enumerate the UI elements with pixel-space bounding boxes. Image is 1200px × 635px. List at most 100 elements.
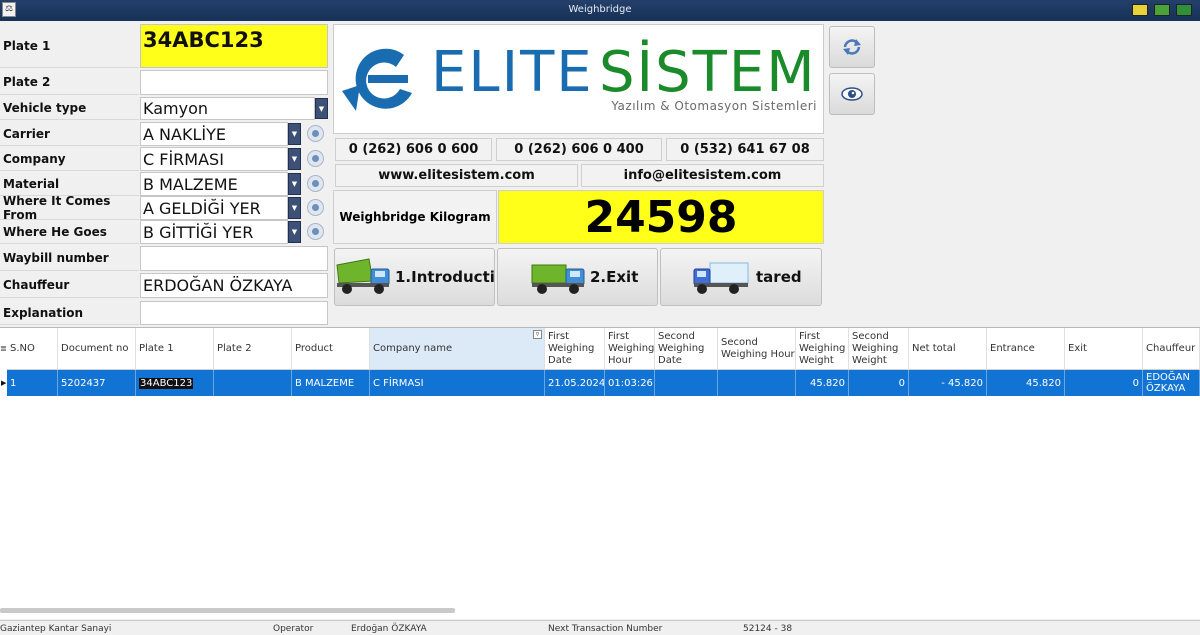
col-first-weighing-date[interactable]: First Weighing Date (545, 328, 605, 370)
plate1-input[interactable]: 34ABC123 (140, 24, 328, 68)
where-goes-dropdown-icon[interactable]: ▼ (288, 221, 301, 243)
cell-net-total[interactable]: - 45.820 (909, 370, 987, 396)
company-row: Company C FİRMASI ▼ (0, 147, 330, 171)
cell-second-weighing-hour[interactable] (718, 370, 796, 396)
close-button[interactable] (1176, 4, 1192, 16)
col-second-weighing-date[interactable]: Second Weighing Date (655, 328, 718, 370)
carrier-label: Carrier (0, 122, 139, 146)
logo-elite-text: ELITE (431, 40, 594, 105)
vehicle-type-dropdown-icon[interactable]: ▼ (315, 98, 328, 119)
maximize-button[interactable] (1154, 4, 1170, 16)
col-first-weighing-weight[interactable]: First Weighing Weight (796, 328, 849, 370)
where-goes-row: Where He Goes B GİTTİĞİ YER ▼ (0, 220, 330, 244)
filter-icon[interactable]: ▿ (533, 330, 542, 339)
where-goes-select[interactable]: B GİTTİĞİ YER (140, 220, 288, 244)
plate2-row: Plate 2 (0, 70, 330, 95)
status-bar: Gaziantep Kantar Sanayi Operator Erdoğan… (0, 620, 1200, 635)
explanation-input[interactable] (140, 301, 328, 325)
material-select[interactable]: B MALZEME (140, 172, 288, 196)
material-dropdown-icon[interactable]: ▼ (288, 173, 301, 195)
waybill-label: Waybill number (0, 246, 139, 271)
where-from-label: Where It Comes From (0, 194, 139, 222)
phone-3: 0 (532) 641 67 08 (666, 138, 824, 161)
tared-button-label: tared (756, 268, 802, 286)
chauffeur-row: Chauffeur ERDOĞAN ÖZKAYA (0, 273, 330, 298)
view-button[interactable] (829, 73, 875, 115)
col-first-weighing-hour[interactable]: First Weighing Hour (605, 328, 655, 370)
waybill-input[interactable] (140, 246, 328, 271)
cell-second-weighing-weight[interactable]: 0 (849, 370, 909, 396)
cell-first-weighing-date[interactable]: 21.05.2024 (545, 370, 605, 396)
company-add-icon[interactable] (307, 150, 324, 167)
status-operator-label: Operator (273, 624, 314, 634)
col-net-total[interactable]: Net total (909, 328, 987, 370)
title-bar: ⚖ Weighbridge (0, 0, 1200, 21)
col-product[interactable]: Product (292, 328, 370, 370)
introduction-button-label: 1.Introduction (395, 268, 495, 286)
carrier-dropdown-icon[interactable]: ▼ (288, 123, 301, 145)
exit-button[interactable]: 2.Exit (497, 248, 658, 306)
cell-product[interactable]: B MALZEME (292, 370, 370, 396)
tared-button[interactable]: tared (660, 248, 822, 306)
eye-icon (841, 87, 863, 101)
cell-plate1-value: 34ABC123 (139, 377, 194, 389)
exit-button-label: 2.Exit (590, 268, 639, 286)
introduction-button[interactable]: 1.Introduction (334, 248, 495, 306)
plate1-row: Plate 1 34ABC123 (0, 24, 330, 68)
col-sno[interactable]: S.NO (7, 328, 58, 370)
company-logo: ELITE SİSTEM Yazılım & Otomasyon Sisteml… (333, 24, 824, 134)
cell-exit[interactable]: 0 (1065, 370, 1143, 396)
col-second-weighing-hour[interactable]: Second Weighing Hour (718, 328, 796, 370)
cell-company-name[interactable]: C FİRMASI (370, 370, 545, 396)
refresh-button[interactable] (829, 26, 875, 68)
col-chauffeur[interactable]: Chauffeur (1143, 328, 1200, 370)
minimize-button[interactable] (1132, 4, 1148, 16)
cell-document-no[interactable]: 5202437 (58, 370, 136, 396)
cell-entrance[interactable]: 45.820 (987, 370, 1065, 396)
carrier-add-icon[interactable] (307, 125, 324, 142)
col-plate2[interactable]: Plate 2 (214, 328, 292, 370)
current-row-arrow-icon: ▶ (1, 379, 7, 387)
phone-1: 0 (262) 606 0 600 (335, 138, 492, 161)
col-document-no[interactable]: Document no (58, 328, 136, 370)
where-from-dropdown-icon[interactable]: ▼ (288, 197, 301, 219)
where-goes-add-icon[interactable] (307, 223, 324, 240)
where-from-add-icon[interactable] (307, 199, 324, 216)
plate1-label: Plate 1 (0, 24, 139, 68)
phone-2: 0 (262) 606 0 400 (496, 138, 662, 161)
status-next-transaction-value: 52124 - 38 (743, 624, 793, 634)
material-add-icon[interactable] (307, 175, 324, 192)
col-company-name-label: Company name (373, 342, 453, 354)
company-select[interactable]: C FİRMASI (140, 147, 288, 171)
cell-plate1[interactable]: 34ABC123 (136, 370, 214, 396)
where-from-select[interactable]: A GELDİĞİ YER (140, 196, 288, 220)
status-company: Gaziantep Kantar Sanayi (0, 624, 112, 634)
chauffeur-input[interactable]: ERDOĞAN ÖZKAYA (140, 273, 328, 298)
plate2-label: Plate 2 (0, 70, 139, 95)
dump-truck-icon (336, 258, 390, 294)
cell-plate2[interactable] (214, 370, 292, 396)
cell-second-weighing-date[interactable] (655, 370, 718, 396)
col-exit[interactable]: Exit (1065, 328, 1143, 370)
horizontal-scrollbar[interactable] (0, 608, 455, 613)
material-row: Material B MALZEME ▼ (0, 172, 330, 196)
cell-first-weighing-weight[interactable]: 45.820 (796, 370, 849, 396)
cell-first-weighing-hour[interactable]: 01:03:26 (605, 370, 655, 396)
carrier-select[interactable]: A NAKLİYE (140, 122, 288, 146)
website-link[interactable]: www.elitesistem.com (335, 164, 578, 187)
col-second-weighing-weight[interactable]: Second Weighing Weight (849, 328, 909, 370)
cell-sno[interactable]: 1 (7, 370, 58, 396)
cell-chauffeur[interactable]: EDOĞAN ÖZKAYA (1143, 370, 1200, 396)
chauffeur-label: Chauffeur (0, 273, 139, 298)
col-plate1[interactable]: Plate 1 (136, 328, 214, 370)
email-link[interactable]: info@elitesistem.com (581, 164, 824, 187)
col-company-name[interactable]: Company name ▿ (370, 328, 545, 370)
plate2-input[interactable] (140, 70, 328, 95)
company-dropdown-icon[interactable]: ▼ (288, 148, 301, 170)
vehicle-type-label: Vehicle type (0, 97, 139, 120)
col-entrance[interactable]: Entrance (987, 328, 1065, 370)
window-title: Weighbridge (568, 4, 632, 15)
vehicle-type-select[interactable]: Kamyon (140, 97, 315, 120)
logo-subtitle: Yazılım & Otomasyon Sistemleri (611, 99, 817, 113)
status-next-transaction-label: Next Transaction Number (548, 624, 663, 634)
